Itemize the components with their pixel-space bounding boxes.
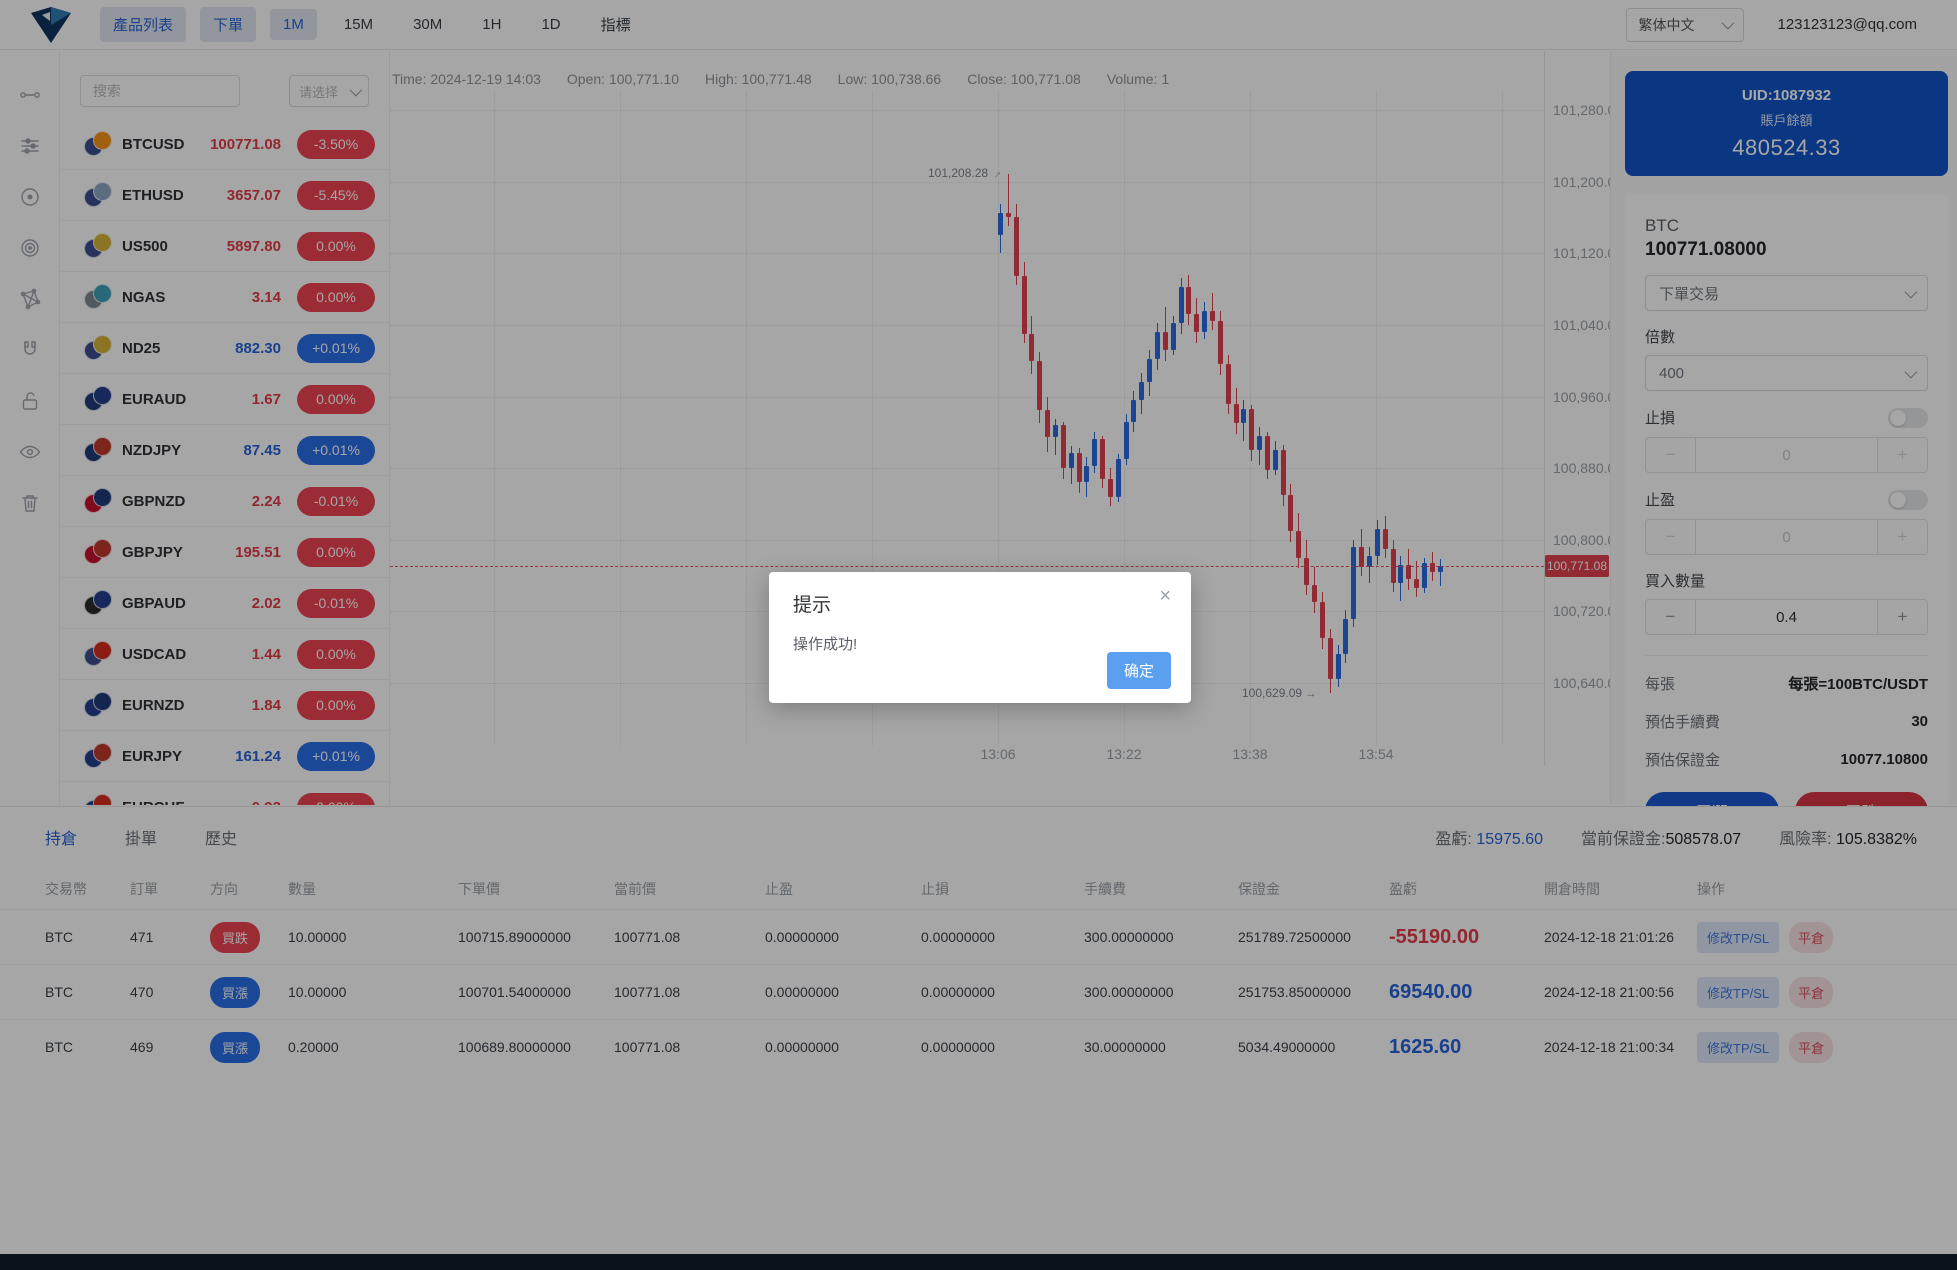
dialog-title: 提示 (793, 590, 1167, 617)
alert-dialog: 提示 × 操作成功! 确定 (769, 572, 1191, 703)
dialog-message: 操作成功! (793, 633, 1167, 654)
trading-app: 產品列表下單1M15M30M1H1D指標 繁体中文 123123123@qq.c… (0, 0, 1957, 1270)
close-icon[interactable]: × (1159, 586, 1171, 606)
confirm-button[interactable]: 确定 (1107, 652, 1171, 689)
